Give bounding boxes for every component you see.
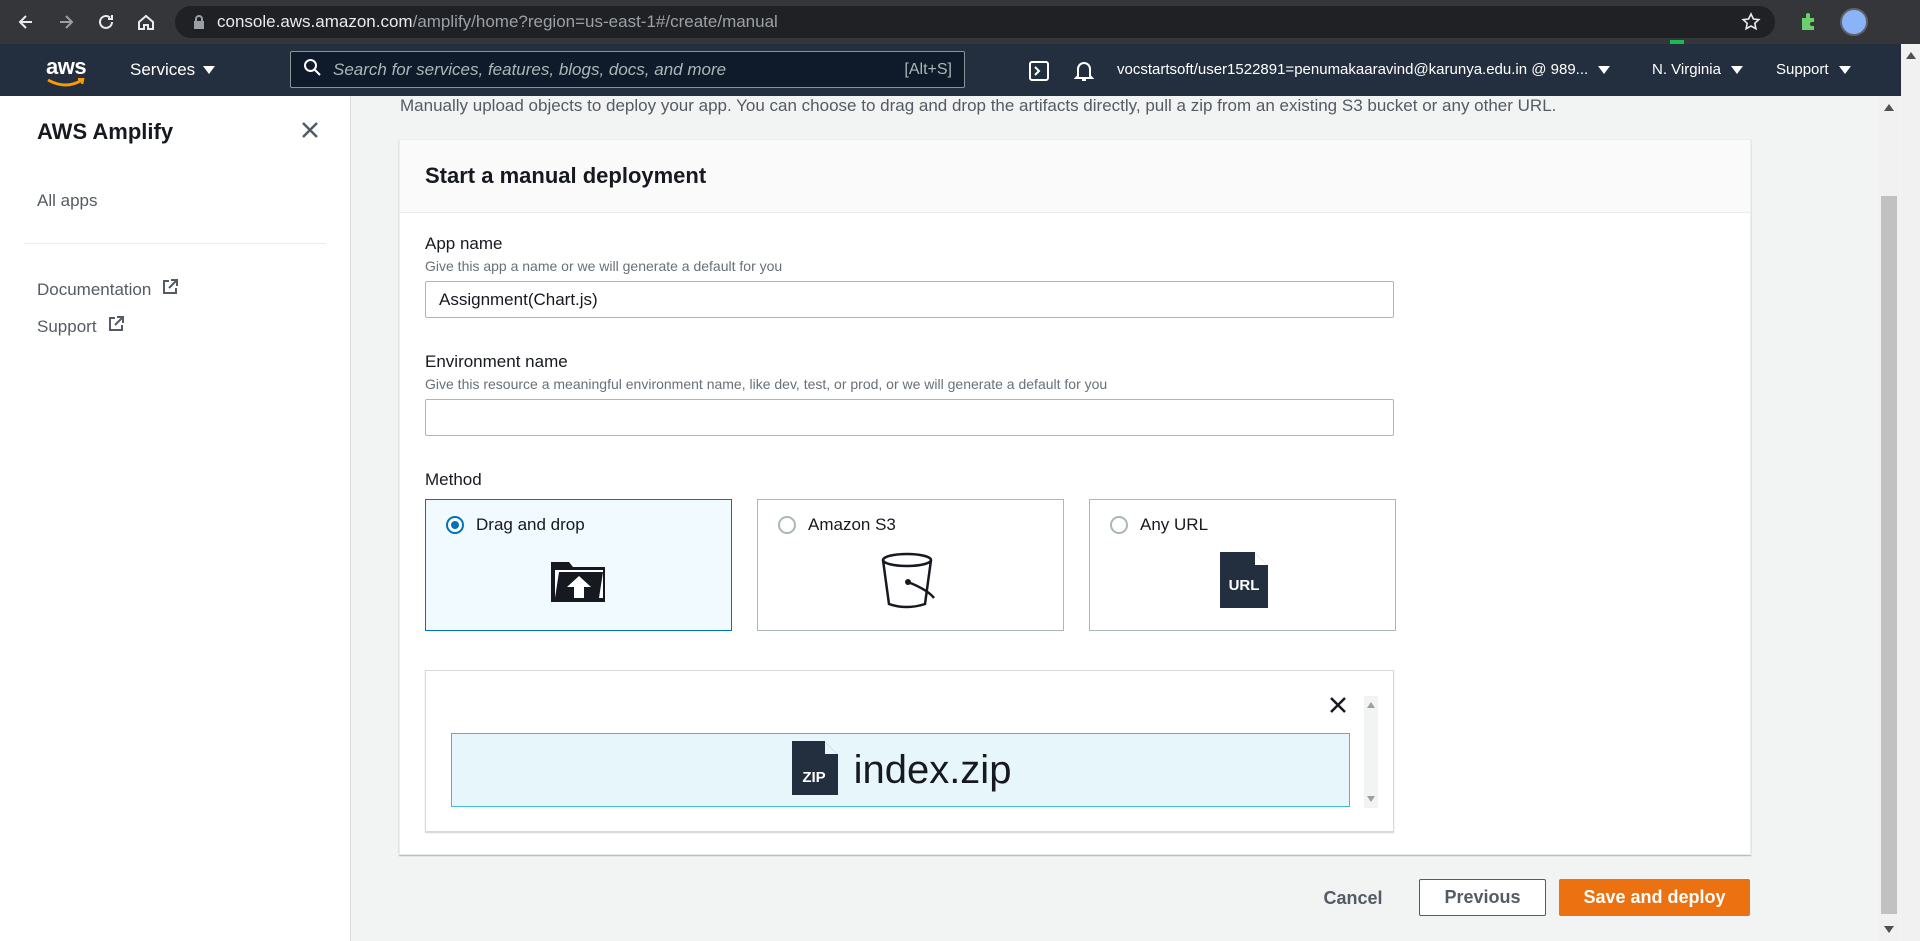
url-file-icon: URL bbox=[1218, 550, 1270, 615]
remove-file-close-icon[interactable] bbox=[1329, 696, 1347, 719]
method-option-amazon-s3[interactable]: Amazon S3 bbox=[757, 499, 1064, 631]
sidebar-item-label: Support bbox=[37, 316, 97, 336]
url-icon-text: URL bbox=[1229, 577, 1260, 594]
search-shortcut: [Alt+S] bbox=[904, 61, 952, 78]
sidebar-title: AWS Amplify bbox=[37, 119, 174, 144]
bucket-icon bbox=[880, 552, 938, 615]
aws-top-nav: aws Services [Alt+S] vocstartsoft/user15… bbox=[0, 44, 1901, 96]
account-menu[interactable]: vocstartsoft/user1522891=penumakaaravind… bbox=[1117, 61, 1611, 78]
save-and-deploy-button[interactable]: Save and deploy bbox=[1559, 879, 1750, 916]
env-name-input[interactable] bbox=[425, 399, 1394, 436]
uploaded-file: ZIP index.zip bbox=[451, 733, 1350, 807]
search-box[interactable]: [Alt+S] bbox=[290, 51, 965, 88]
services-menu[interactable]: Services bbox=[130, 60, 216, 80]
method-option-label: Any URL bbox=[1140, 515, 1209, 534]
external-link-icon bbox=[161, 278, 179, 301]
close-icon[interactable] bbox=[300, 120, 320, 145]
radio-unselected[interactable] bbox=[1110, 516, 1128, 534]
app-name-input[interactable] bbox=[425, 281, 1394, 318]
external-link-icon bbox=[107, 315, 125, 338]
env-name-description: Give this resource a meaningful environm… bbox=[425, 376, 1108, 392]
app-name-description: Give this app a name or we will generate… bbox=[425, 258, 783, 274]
forward-icon[interactable] bbox=[46, 0, 86, 44]
profile-avatar[interactable] bbox=[1840, 8, 1868, 36]
app-name-label: App name bbox=[425, 234, 503, 253]
url-host: console.aws.amazon.com bbox=[217, 12, 413, 31]
caret-down-icon bbox=[203, 66, 216, 74]
lock-icon bbox=[193, 14, 205, 30]
method-option-any-url[interactable]: Any URL URL bbox=[1089, 499, 1396, 631]
extensions-puzzle-icon[interactable] bbox=[1798, 10, 1820, 37]
panel-header: Start a manual deployment bbox=[400, 140, 1750, 213]
sidebar-item-label: Documentation bbox=[37, 279, 152, 299]
browser-scrollbar[interactable] bbox=[1901, 44, 1920, 941]
env-name-label: Environment name bbox=[425, 352, 568, 371]
previous-button[interactable]: Previous bbox=[1419, 879, 1546, 916]
sidebar-item-documentation[interactable]: Documentation bbox=[37, 278, 179, 301]
caret-down-icon bbox=[1730, 65, 1743, 74]
aws-logo[interactable]: aws bbox=[46, 54, 87, 87]
upload-dropzone[interactable]: ZIP index.zip bbox=[425, 670, 1394, 832]
folder-upload-icon bbox=[549, 558, 607, 609]
browser-toolbar: console.aws.amazon.com/amplify/home?regi… bbox=[0, 0, 1920, 44]
notifications-bell-icon[interactable] bbox=[1073, 60, 1095, 87]
scroll-down-arrow-icon[interactable] bbox=[1367, 796, 1375, 802]
manual-deployment-panel: Start a manual deployment App name Give … bbox=[399, 139, 1751, 855]
address-bar[interactable]: console.aws.amazon.com/amplify/home?regi… bbox=[175, 6, 1775, 38]
support-menu[interactable]: Support bbox=[1776, 61, 1851, 78]
page-scrollbar[interactable] bbox=[1878, 96, 1900, 941]
bookmark-star-icon[interactable] bbox=[1741, 12, 1761, 37]
method-label: Method bbox=[425, 470, 482, 489]
region-menu[interactable]: N. Virginia bbox=[1652, 61, 1743, 78]
panel-title: Start a manual deployment bbox=[425, 163, 707, 188]
dropzone-scrollbar[interactable] bbox=[1364, 696, 1378, 808]
scroll-up-arrow-icon[interactable] bbox=[1906, 52, 1916, 59]
radio-selected[interactable] bbox=[446, 516, 464, 534]
sidebar-item-label: All apps bbox=[37, 191, 98, 210]
sidebar-item-support[interactable]: Support bbox=[37, 315, 125, 338]
home-icon[interactable] bbox=[126, 0, 166, 44]
region-label: N. Virginia bbox=[1652, 61, 1721, 78]
method-option-drag-and-drop[interactable]: Drag and drop bbox=[425, 499, 732, 631]
reload-icon[interactable] bbox=[86, 0, 126, 44]
search-input[interactable] bbox=[333, 59, 873, 80]
account-label: vocstartsoft/user1522891=penumakaaravind… bbox=[1117, 61, 1589, 78]
cloudshell-icon[interactable] bbox=[1028, 60, 1050, 87]
uploaded-file-name: index.zip bbox=[853, 747, 1012, 792]
scrollbar-thumb[interactable] bbox=[1881, 196, 1897, 914]
support-label: Support bbox=[1776, 61, 1829, 78]
url-path: /amplify/home?region=us-east-1#/create/m… bbox=[412, 12, 778, 31]
scroll-down-arrow-icon[interactable] bbox=[1884, 926, 1894, 933]
cancel-button[interactable]: Cancel bbox=[1315, 880, 1391, 916]
sidebar-item-all-apps[interactable]: All apps bbox=[37, 191, 97, 211]
scroll-up-arrow-icon[interactable] bbox=[1884, 104, 1894, 111]
sidebar: AWS Amplify All apps Documentation Suppo… bbox=[0, 96, 351, 941]
method-option-label: Drag and drop bbox=[476, 515, 585, 534]
aws-logo-text: aws bbox=[46, 54, 87, 79]
zip-icon-text: ZIP bbox=[802, 769, 825, 786]
caret-down-icon bbox=[1598, 65, 1611, 74]
caret-down-icon bbox=[1838, 65, 1851, 74]
back-icon[interactable] bbox=[6, 0, 46, 44]
method-option-label: Amazon S3 bbox=[808, 515, 896, 534]
intro-text: Manually upload objects to deploy your a… bbox=[400, 96, 1557, 115]
radio-unselected[interactable] bbox=[778, 516, 796, 534]
sidebar-divider bbox=[24, 243, 326, 244]
aws-smile-icon bbox=[47, 78, 85, 87]
scroll-up-arrow-icon[interactable] bbox=[1367, 702, 1375, 708]
zip-file-icon: ZIP bbox=[790, 739, 840, 802]
services-label: Services bbox=[130, 60, 196, 79]
search-icon bbox=[303, 58, 321, 81]
